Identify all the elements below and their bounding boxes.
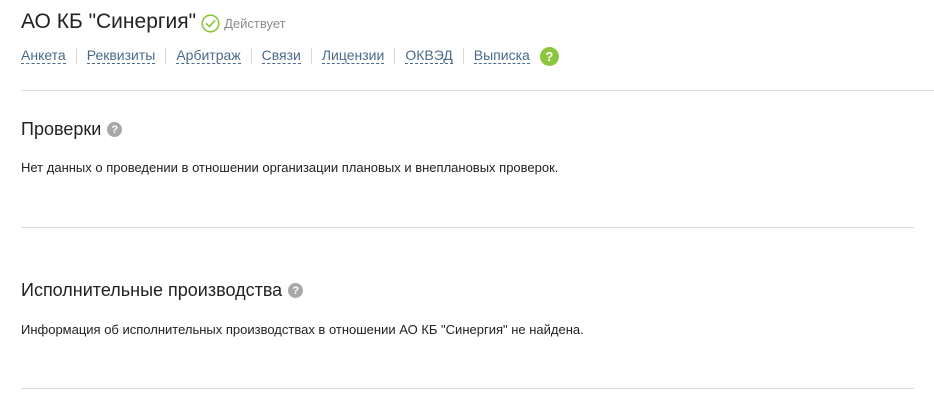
company-name: АО КБ "Синергия" xyxy=(21,10,197,33)
status-badge: Действует xyxy=(201,13,286,33)
section-title-text: Проверки xyxy=(21,118,102,139)
status-text: Действует xyxy=(224,15,286,31)
tab-separator xyxy=(310,48,312,64)
tab-separator xyxy=(250,48,252,64)
tab-separator xyxy=(394,48,396,64)
section-text-enforcement: Информация об исполнительных производств… xyxy=(21,322,584,337)
tab-okved[interactable]: ОКВЭД xyxy=(405,48,453,64)
tab-rekvizity[interactable]: Реквизиты xyxy=(86,48,156,64)
section-title-enforcement: Исполнительные производства ? xyxy=(21,278,304,302)
tabs-nav: Анкета Реквизиты Арбитраж Связи Лицензии… xyxy=(21,46,559,66)
tab-separator xyxy=(75,48,77,64)
tab-separator xyxy=(462,48,464,64)
tab-licenzii[interactable]: Лицензии xyxy=(321,48,385,64)
title-row: АО КБ "Синергия" Действует xyxy=(21,8,934,36)
section-text-checks: Нет данных о проведении в отношении орга… xyxy=(21,160,559,175)
section-divider xyxy=(21,388,914,389)
section-title-checks: Проверки ? xyxy=(21,117,123,141)
tab-separator xyxy=(165,48,167,64)
company-header: АО КБ "Синергия" Действует Анкета Реквиз… xyxy=(21,8,934,66)
section-title-text: Исполнительные производства xyxy=(21,279,283,300)
header-divider xyxy=(21,90,934,91)
tab-vypiska[interactable]: Выписка xyxy=(473,48,530,64)
section-divider xyxy=(21,227,914,228)
question-circle-icon[interactable]: ? xyxy=(107,122,123,137)
tab-svyazi[interactable]: Связи xyxy=(261,48,301,64)
question-circle-icon[interactable]: ? xyxy=(288,283,304,298)
question-circle-icon[interactable]: ? xyxy=(539,46,559,66)
check-circle-icon xyxy=(201,13,220,33)
tab-anketa[interactable]: Анкета xyxy=(21,48,66,64)
tab-arbitrazh[interactable]: Арбитраж xyxy=(176,48,241,64)
